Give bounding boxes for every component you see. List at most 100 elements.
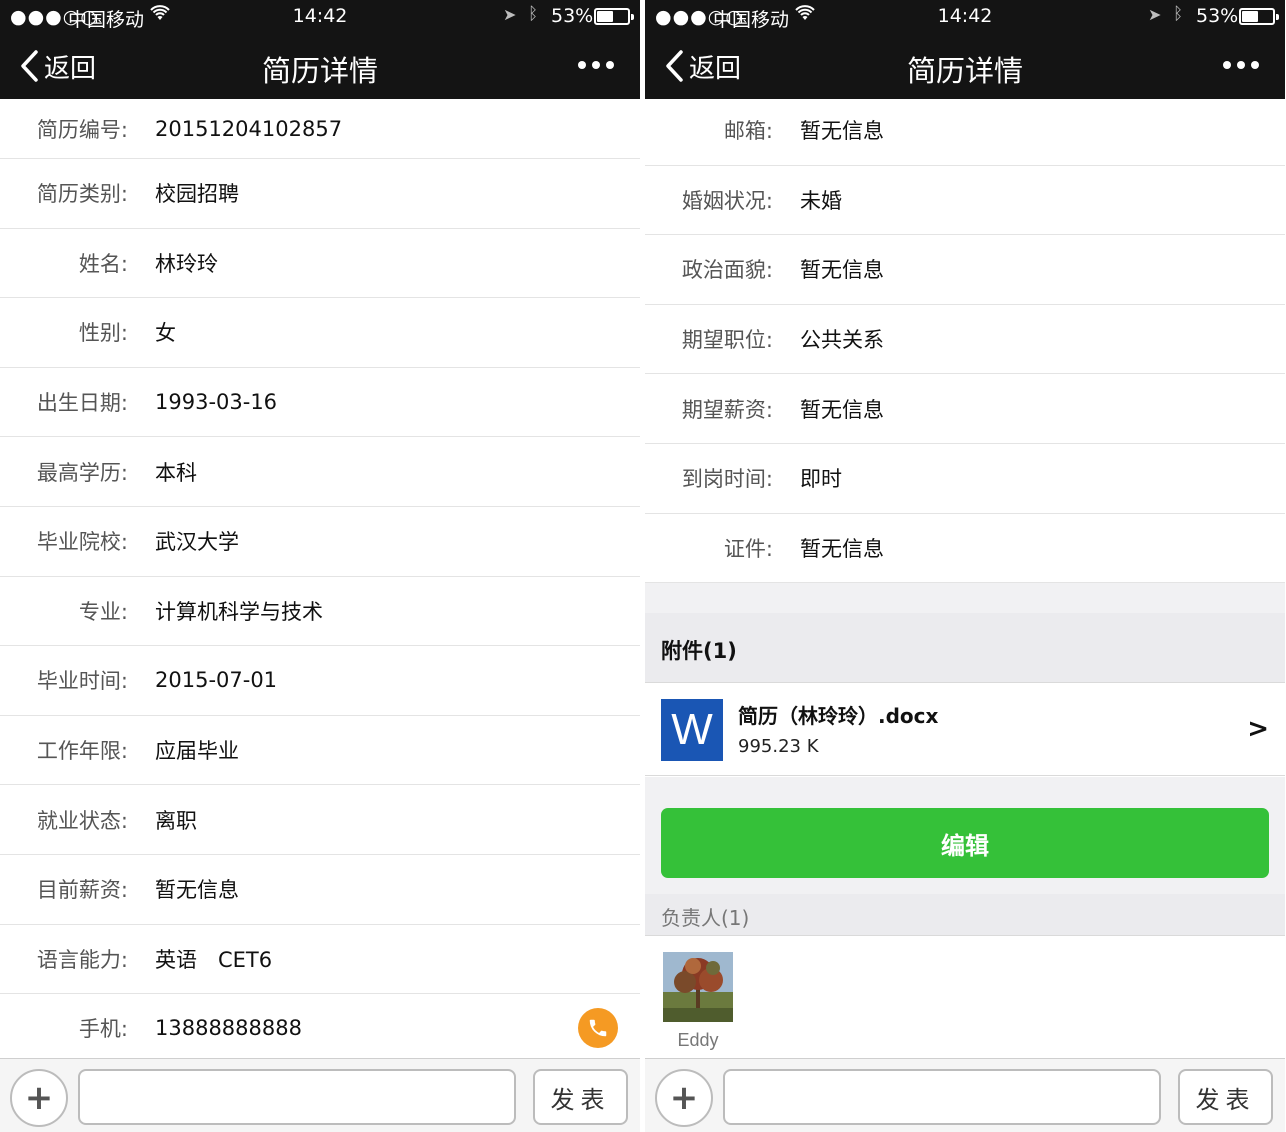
field-marital-status: 婚姻状况: 未婚 [645,166,1285,236]
battery-percent: 53% [1196,5,1239,27]
field-name: 姓名: 林玲玲 [0,229,640,299]
clock: 14:42 [292,5,348,27]
field-employment-status: 就业状态: 离职 [0,785,640,855]
field-value: 2015-07-01 [155,668,278,693]
attachments-header: 附件(1) [645,613,1285,683]
field-gender: 性别: 女 [0,298,640,368]
field-value: 公共关系 [800,328,884,353]
bluetooth-icon: ᛒ [1173,4,1184,24]
field-label: 简历类别: [36,182,128,207]
edit-button[interactable]: 编辑 [661,808,1269,878]
battery-icon [1239,8,1279,25]
field-phone: 手机: 13888888888 [0,994,640,1064]
field-label: 专业: [78,599,128,624]
field-label: 毕业时间: [36,669,128,694]
field-label: 毕业院校: [36,530,128,555]
field-label: 目前薪资: [36,878,128,903]
avatar [663,952,733,1022]
field-label: 期望薪资: [681,397,773,422]
attachments-title: 附件(1) [661,639,737,663]
more-menu-button[interactable] [578,56,614,74]
field-desired-position: 期望职位: 公共关系 [645,305,1285,375]
add-button[interactable]: + [10,1069,68,1127]
field-label: 期望职位: [681,328,773,353]
field-major: 专业: 计算机科学与技术 [0,577,640,647]
field-desired-salary: 期望薪资: 暂无信息 [645,374,1285,444]
comment-composer: + 发表 [645,1058,1285,1132]
field-label: 婚姻状况: [681,188,773,213]
comment-composer: + 发表 [0,1058,640,1132]
field-value: 13888888888 [155,1016,302,1041]
field-value: 校园招聘 [155,182,239,207]
field-value: 20151204102857 [155,116,343,141]
send-button[interactable]: 发表 [533,1069,628,1125]
field-value: 女 [155,321,176,346]
attachment-filename: 简历（林玲玲）.docx [738,704,939,728]
field-resume-id: 简历编号: 20151204102857 [0,99,640,159]
field-label: 语言能力: [36,947,128,972]
call-button[interactable] [578,1008,618,1049]
resume-fields-left: 简历编号: 20151204102857 简历类别: 校园招聘 姓名: 林玲玲 … [0,99,640,1064]
attachment-item[interactable]: W 简历（林玲玲）.docx 995.23 K > [645,684,1285,776]
field-label: 最高学历: [36,460,128,485]
owner-name: Eddy [677,1030,719,1050]
owners-header: 负责人(1) [645,894,1285,936]
field-value: 暂无信息 [800,119,884,144]
field-label: 就业状态: [36,808,128,833]
field-label: 证件: [723,536,773,561]
field-value: 武汉大学 [155,530,239,555]
plus-icon: + [669,1078,699,1118]
nav-bar: 返回 简历详情 [0,32,640,99]
attachment-filesize: 995.23 K [738,736,819,757]
chevron-right-icon: > [1247,714,1269,744]
field-certificates: 证件: 暂无信息 [645,514,1285,584]
field-label: 姓名: [78,251,128,276]
field-label: 简历编号: [36,117,128,142]
field-work-years: 工作年限: 应届毕业 [0,716,640,786]
nav-bar: 返回 简历详情 [645,32,1285,99]
page-title: 简历详情 [261,54,378,88]
page-title: 简历详情 [906,54,1023,88]
send-button[interactable]: 发表 [1178,1069,1273,1125]
field-value: 计算机科学与技术 [155,599,323,624]
field-value: 离职 [155,808,197,833]
section-spacer [645,583,1285,613]
resume-fields-right: 邮箱: 暂无信息 婚姻状况: 未婚 政治面貌: 暂无信息 期望职位: 公共关系 … [645,96,1285,584]
field-value: 本科 [155,460,197,485]
field-value: 英语 CET6 [155,947,273,972]
field-political-status: 政治面貌: 暂无信息 [645,235,1285,305]
field-label: 政治面貌: [681,258,773,283]
field-value: 1993-03-16 [155,390,278,415]
field-value: 暂无信息 [800,397,884,422]
add-button[interactable]: + [655,1069,713,1127]
location-icon: ➤ [1148,5,1162,24]
word-document-icon: W [661,699,723,761]
field-label: 手机: [78,1017,128,1042]
owners-title: 负责人(1) [661,906,750,930]
field-school: 毕业院校: 武汉大学 [0,507,640,577]
field-email: 邮箱: 暂无信息 [645,96,1285,166]
battery-icon [594,8,634,25]
field-value: 即时 [800,467,842,492]
field-label: 出生日期: [36,391,128,416]
field-value: 应届毕业 [155,739,239,764]
comment-input[interactable] [723,1069,1161,1125]
field-availability: 到岗时间: 即时 [645,444,1285,514]
comment-input[interactable] [78,1069,516,1125]
field-current-salary: 目前薪资: 暂无信息 [0,855,640,925]
field-value: 暂无信息 [800,258,884,283]
battery-percent: 53% [551,5,594,27]
field-language: 语言能力: 英语 CET6 [0,925,640,995]
field-birthdate: 出生日期: 1993-03-16 [0,368,640,438]
clock: 14:42 [937,5,993,27]
more-menu-button[interactable] [1223,56,1259,74]
field-value: 未婚 [800,188,842,213]
field-value: 林玲玲 [155,251,218,276]
field-label: 工作年限: [36,739,128,764]
left-screen: ●●●○○ 中国移动 14:42 ➤ ᛒ 53% 返回 简历详情 简历编号: 2… [0,0,640,1132]
owner-avatar-item[interactable]: Eddy [663,952,733,1051]
bluetooth-icon: ᛒ [528,4,539,24]
field-education: 最高学历: 本科 [0,437,640,507]
field-resume-type: 简历类别: 校园招聘 [0,159,640,229]
status-bar: ●●●○○ 中国移动 14:42 ➤ ᛒ 53% [645,0,1285,32]
